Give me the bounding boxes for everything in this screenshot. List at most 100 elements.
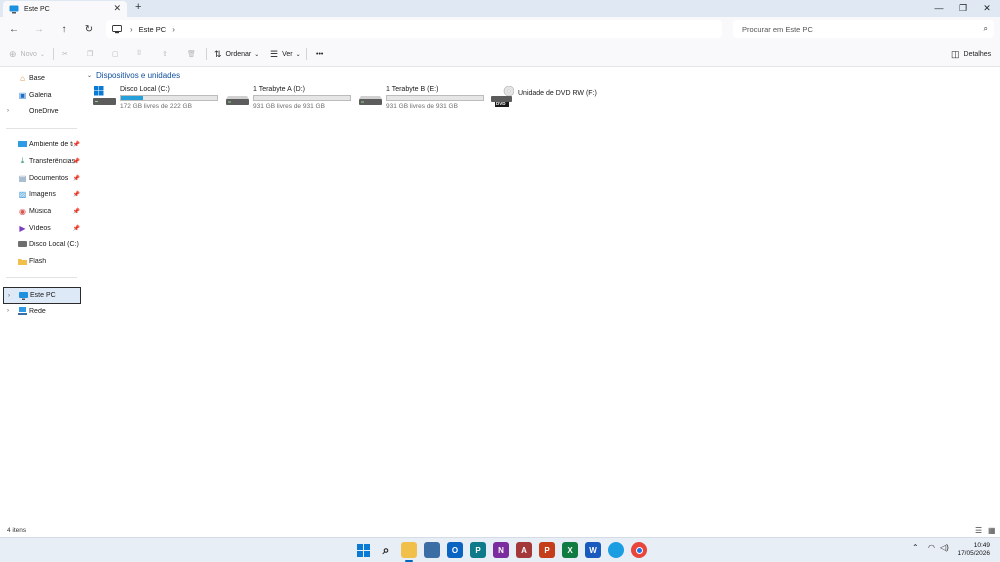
sidebar-item-label: Disco Local (C:) bbox=[29, 240, 79, 248]
copy-button[interactable]: ❐ bbox=[87, 47, 93, 61]
chevron-right-icon[interactable]: › bbox=[8, 293, 10, 299]
sidebar-item-label: Base bbox=[29, 74, 45, 82]
chevron-right-icon[interactable]: › bbox=[172, 25, 175, 34]
search-icon[interactable]: ⌕ bbox=[984, 24, 988, 34]
forward-button[interactable]: → bbox=[31, 21, 47, 37]
sidebar-item-disco-local-c[interactable]: Disco Local (C:) bbox=[3, 237, 81, 251]
breadcrumb-este-pc[interactable]: Este PC bbox=[139, 25, 167, 34]
clock[interactable]: 10:49 17/05/2026 bbox=[957, 542, 990, 558]
sidebar-item-onedrive[interactable]: › OneDrive bbox=[3, 104, 81, 118]
drive-free-space: 931 GB livres de 931 GB bbox=[386, 103, 458, 110]
music-icon: ◉ bbox=[19, 206, 26, 216]
drive-name: Unidade de DVD RW (F:) bbox=[518, 90, 597, 97]
chevron-right-icon[interactable]: › bbox=[7, 108, 9, 114]
back-button[interactable]: ← bbox=[6, 21, 22, 37]
chevron-right-icon: › bbox=[130, 24, 133, 34]
cut-button[interactable]: ✂ bbox=[62, 47, 68, 61]
capacity-bar bbox=[386, 95, 484, 101]
sort-icon: ⇅ bbox=[214, 48, 222, 59]
chevron-right-icon[interactable]: › bbox=[7, 308, 9, 314]
pin-icon[interactable]: 📌 bbox=[73, 175, 80, 182]
up-button[interactable]: ↑ bbox=[56, 21, 72, 37]
new-button[interactable]: ⊕ Novo ⌄ bbox=[9, 47, 45, 61]
sidebar-item-este-pc[interactable]: › Este PC bbox=[3, 287, 81, 304]
share-button[interactable]: ⇪ bbox=[162, 47, 168, 61]
content-area: ⌄ Dispositivos e unidades Disco Local (C… bbox=[85, 67, 1000, 525]
sidebar-item-label: Transferências bbox=[29, 157, 75, 165]
close-tab-icon[interactable]: ✕ bbox=[113, 3, 121, 14]
sidebar-item-galeria[interactable]: ▣ Galeria bbox=[3, 88, 81, 102]
pin-icon[interactable]: 📌 bbox=[73, 141, 80, 148]
sidebar-item-base[interactable]: ⌂ Base bbox=[3, 71, 81, 85]
edge-icon[interactable] bbox=[608, 542, 624, 558]
start-button[interactable] bbox=[355, 542, 371, 558]
view-label: Ver bbox=[282, 50, 293, 58]
sidebar-item-label: OneDrive bbox=[29, 107, 59, 115]
pin-icon[interactable]: 📌 bbox=[73, 225, 80, 232]
clock-time: 10:49 bbox=[973, 542, 990, 549]
pin-icon[interactable]: 📌 bbox=[73, 208, 80, 215]
onenote-icon[interactable]: N bbox=[493, 542, 509, 558]
sort-button[interactable]: ⇅ Ordenar ⌄ bbox=[214, 47, 259, 61]
sidebar-item-ambiente-de-trabalho[interactable]: Ambiente de trabalho 📌 bbox=[3, 137, 81, 151]
scissors-icon: ✂ bbox=[62, 51, 68, 58]
details-view-icon[interactable]: ☰ bbox=[975, 526, 982, 535]
drive-item-f[interactable]: DVD Unidade de DVD RW (F:) bbox=[491, 85, 601, 111]
sidebar-item-transferencias[interactable]: ⤓ Transferências 📌 bbox=[3, 154, 81, 168]
powerpoint-icon[interactable]: P bbox=[539, 542, 555, 558]
store-icon[interactable] bbox=[424, 542, 440, 558]
drive-item-c[interactable]: Disco Local (C:) 172 GB livres de 222 GB bbox=[93, 85, 223, 111]
maximize-button[interactable]: ❐ bbox=[951, 0, 975, 16]
capacity-bar bbox=[253, 95, 351, 101]
view-button[interactable]: ☰ Ver ⌄ bbox=[270, 47, 301, 61]
search-input[interactable] bbox=[742, 24, 972, 34]
item-count: 4 itens bbox=[7, 527, 27, 534]
word-icon[interactable]: W bbox=[585, 542, 601, 558]
search-taskbar-icon[interactable]: ⌕ bbox=[378, 542, 394, 558]
address-bar[interactable]: › Este PC › bbox=[106, 20, 722, 38]
excel-icon[interactable]: X bbox=[562, 542, 578, 558]
pin-icon[interactable]: 📌 bbox=[73, 191, 80, 198]
publisher-icon[interactable]: P bbox=[470, 542, 486, 558]
computer-icon bbox=[112, 24, 122, 33]
details-pane-icon: ◫ bbox=[951, 48, 960, 59]
minimize-button[interactable]: — bbox=[927, 0, 951, 16]
group-header-devices[interactable]: ⌄ Dispositivos e unidades bbox=[87, 71, 180, 80]
tab-este-pc[interactable]: Este PC ✕ bbox=[3, 1, 127, 17]
chevron-up-icon[interactable]: ⌃ bbox=[912, 543, 919, 552]
chevron-down-icon[interactable]: ⌄ bbox=[87, 72, 92, 79]
network-icon bbox=[18, 307, 27, 316]
sidebar-item-rede[interactable]: › Rede bbox=[3, 304, 81, 318]
arrow-up-icon: ↑ bbox=[61, 23, 67, 35]
sidebar-item-musica[interactable]: ◉ Música 📌 bbox=[3, 204, 81, 218]
details-button[interactable]: ◫ Detalhes bbox=[951, 47, 991, 61]
view-icon: ☰ bbox=[270, 48, 279, 59]
tiles-view-icon[interactable]: ▦ bbox=[988, 526, 996, 535]
chrome-center-icon bbox=[635, 546, 643, 554]
sidebar-item-label: Documentos bbox=[29, 174, 69, 182]
wifi-icon[interactable]: ◠ bbox=[928, 543, 935, 552]
chrome-icon[interactable] bbox=[631, 542, 647, 558]
new-tab-button[interactable]: + bbox=[135, 1, 141, 13]
refresh-button[interactable]: ↻ bbox=[81, 21, 97, 37]
navigation-bar: ← → ↑ ↻ › Este PC › ⌕ bbox=[0, 17, 1000, 41]
rename-button[interactable]: ⌷ bbox=[137, 47, 141, 61]
search-box[interactable]: ⌕ bbox=[733, 20, 994, 38]
cloud-icon bbox=[18, 107, 27, 116]
delete-button[interactable]: 🗑 bbox=[187, 47, 196, 61]
access-icon[interactable]: A bbox=[516, 542, 532, 558]
sidebar-item-documentos[interactable]: ▤ Documentos 📌 bbox=[3, 171, 81, 185]
volume-icon[interactable]: ◁) bbox=[940, 543, 949, 552]
drive-item-d[interactable]: 1 Terabyte A (D:) 931 GB livres de 931 G… bbox=[226, 85, 356, 111]
group-title: Dispositivos e unidades bbox=[96, 71, 181, 80]
sidebar-item-videos[interactable]: ▶ Vídeos 📌 bbox=[3, 221, 81, 235]
sidebar-item-flash[interactable]: Flash bbox=[3, 254, 81, 268]
more-options-button[interactable]: ••• bbox=[316, 47, 323, 61]
file-explorer-icon[interactable] bbox=[401, 542, 417, 558]
sidebar-item-imagens[interactable]: ▨ Imagens 📌 bbox=[3, 187, 81, 201]
pin-icon[interactable]: 📌 bbox=[73, 158, 80, 165]
close-window-button[interactable]: ✕ bbox=[975, 0, 999, 16]
drive-item-e[interactable]: 1 Terabyte B (E:) 931 GB livres de 931 G… bbox=[359, 85, 489, 111]
outlook-icon[interactable]: O bbox=[447, 542, 463, 558]
paste-button[interactable]: ▢ bbox=[112, 47, 119, 61]
